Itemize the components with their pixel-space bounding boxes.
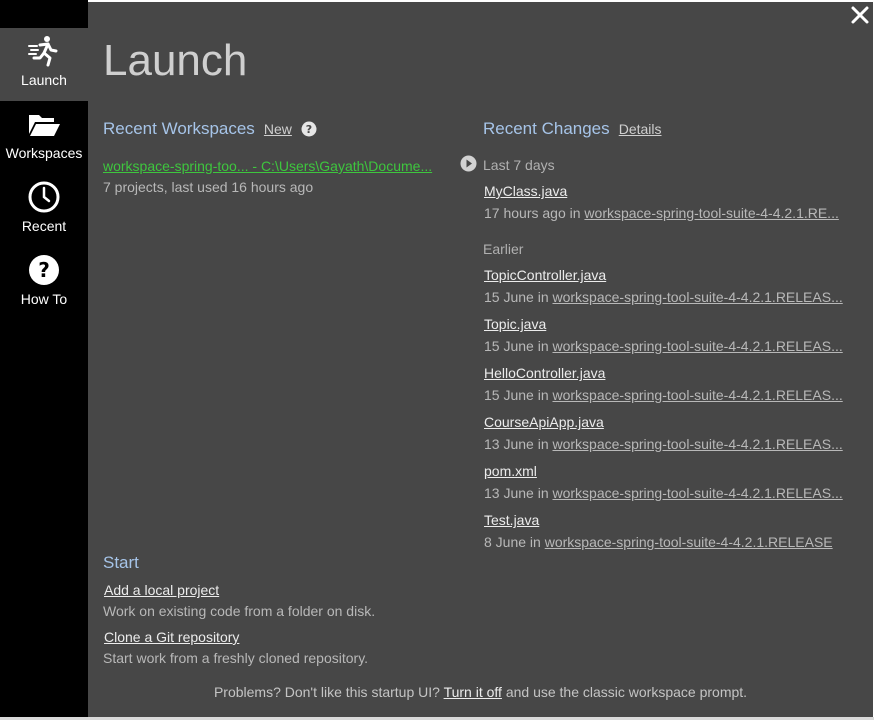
footer-message: Problems? Don't like this startup UI? Tu… — [88, 684, 873, 700]
sidebar-item-launch[interactable]: Launch — [0, 28, 88, 101]
change-meta: 15 June in workspace-spring-tool-suite-4… — [484, 387, 856, 403]
change-file-link[interactable]: HelloController.java — [484, 365, 605, 381]
page-title: Launch — [103, 36, 248, 85]
start-title: Start — [103, 553, 139, 572]
sidebar-item-label: Recent — [21, 218, 67, 234]
change-workspace-link[interactable]: workspace-spring-tool-suite-4-4.2.1.RE..… — [584, 205, 838, 221]
sidebar-item-how-to[interactable]: ? How To — [0, 247, 88, 320]
change-meta: 13 June in workspace-spring-tool-suite-4… — [484, 436, 856, 452]
details-link[interactable]: Details — [619, 121, 662, 137]
change-when: 8 June in — [484, 534, 541, 550]
change-when: 15 June in — [484, 338, 549, 354]
new-workspace-link[interactable]: New — [264, 121, 292, 137]
sidebar-item-workspaces[interactable]: Workspaces — [0, 101, 88, 174]
recent-changes-title: Recent Changes — [483, 119, 610, 138]
change-workspace-link[interactable]: workspace-spring-tool-suite-4-4.2.1.RELE… — [553, 338, 843, 354]
change-meta: 15 June in workspace-spring-tool-suite-4… — [484, 289, 856, 305]
change-file-link[interactable]: pom.xml — [484, 463, 537, 479]
footer-text: Problems? Don't like this startup UI? — [213, 684, 444, 700]
add-local-project-desc: Work on existing code from a folder on d… — [103, 603, 376, 619]
workspace-meta: 7 projects, last used 16 hours ago — [103, 179, 314, 195]
help-circle-icon[interactable]: ? — [301, 121, 317, 137]
change-file-link[interactable]: CourseApiApp.java — [484, 414, 604, 430]
svg-text:?: ? — [38, 258, 50, 282]
close-icon[interactable] — [849, 4, 871, 26]
recent-workspaces-title: Recent Workspaces — [103, 119, 255, 138]
change-when: 17 hours ago in — [484, 205, 581, 221]
sidebar-item-label: Workspaces — [5, 145, 83, 161]
folder-open-icon — [29, 115, 60, 136]
recent-workspaces-header: Recent Workspaces New ? — [103, 119, 317, 139]
change-when: 15 June in — [484, 289, 549, 305]
sidebar-item-label: Launch — [21, 72, 67, 88]
change-file-link[interactable]: MyClass.java — [484, 183, 567, 199]
svg-text:?: ? — [306, 123, 312, 136]
change-workspace-link[interactable]: workspace-spring-tool-suite-4-4.2.1.RELE… — [553, 436, 843, 452]
change-file-link[interactable]: Test.java — [484, 512, 539, 528]
clone-git-repo-link[interactable]: Clone a Git repository — [104, 629, 239, 645]
change-when: 15 June in — [484, 387, 549, 403]
change-workspace-link[interactable]: workspace-spring-tool-suite-4-4.2.1.RELE… — [553, 387, 843, 403]
turn-it-off-link[interactable]: Turn it off — [444, 684, 502, 700]
question-icon: ? — [29, 255, 59, 285]
change-workspace-link[interactable]: workspace-spring-tool-suite-4-4.2.1.RELE… — [553, 485, 843, 501]
change-meta: 13 June in workspace-spring-tool-suite-4… — [484, 485, 856, 501]
sidebar-item-label: How To — [20, 291, 68, 307]
group-label-last-7-days: Last 7 days — [483, 157, 555, 173]
change-when: 13 June in — [484, 485, 549, 501]
workspace-link[interactable]: workspace-spring-too... - C:\Users\Gayat… — [103, 158, 450, 174]
change-workspace-link[interactable]: workspace-spring-tool-suite-4-4.2.1.RELE… — [553, 289, 843, 305]
change-meta: 15 June in workspace-spring-tool-suite-4… — [484, 338, 856, 354]
change-workspace-link[interactable]: workspace-spring-tool-suite-4-4.2.1.RELE… — [545, 534, 833, 550]
change-file-link[interactable]: Topic.java — [484, 316, 546, 332]
sidebar: Launch Workspaces Recent ? How To — [0, 0, 88, 717]
change-when: 13 June in — [484, 436, 549, 452]
footer-text: and use the classic workspace prompt. — [501, 684, 748, 700]
change-meta: 8 June in workspace-spring-tool-suite-4-… — [484, 534, 864, 550]
clone-git-repo-desc: Start work from a freshly cloned reposit… — [103, 650, 369, 666]
launch-window: Launch Workspaces Recent ? How To Launch… — [0, 0, 874, 720]
add-local-project-link[interactable]: Add a local project — [104, 582, 219, 598]
group-label-earlier: Earlier — [483, 241, 524, 257]
runner-icon — [28, 36, 58, 67]
main-panel: Launch Recent Workspaces New ? workspace… — [88, 2, 873, 717]
clock-icon — [28, 181, 60, 213]
recent-changes-header: Recent Changes Details — [483, 119, 662, 139]
change-file-link[interactable]: TopicController.java — [484, 267, 606, 283]
play-circle-icon[interactable] — [460, 155, 477, 172]
change-meta: 17 hours ago in workspace-spring-tool-su… — [484, 205, 862, 221]
sidebar-item-recent[interactable]: Recent — [0, 174, 88, 247]
